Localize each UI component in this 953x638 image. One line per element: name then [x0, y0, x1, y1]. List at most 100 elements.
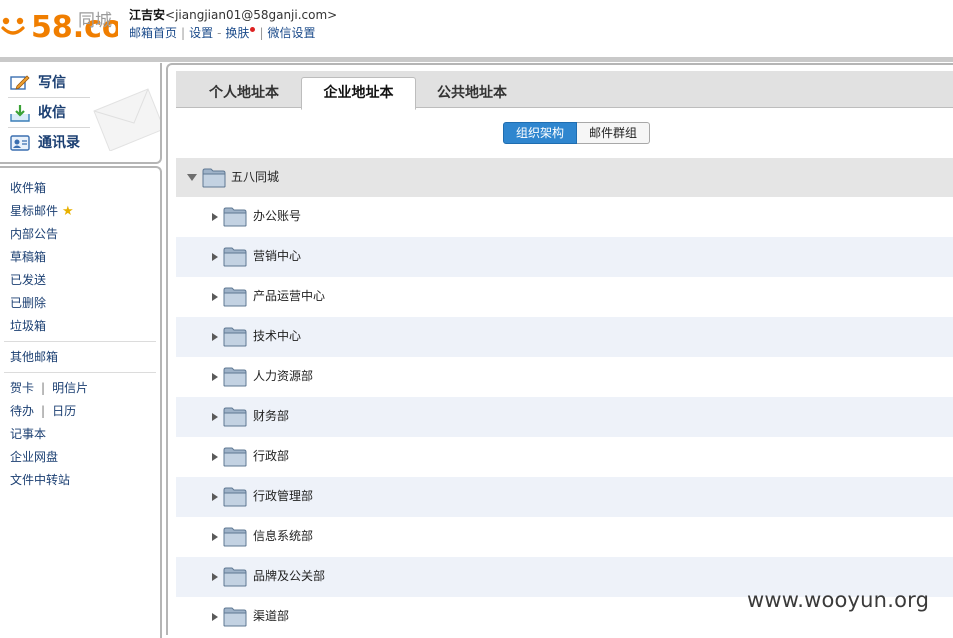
tools-row-todo: 待办 | 日历	[10, 403, 76, 419]
change-skin-link[interactable]: 换肤	[225, 26, 249, 40]
expand-arrow-icon[interactable]	[212, 493, 218, 501]
mail-groups-toggle[interactable]: 邮件群组	[577, 122, 650, 144]
wechat-settings-link[interactable]: 微信设置	[267, 26, 315, 40]
qa-divider	[8, 127, 90, 128]
tree-node-label: 办公账号	[253, 209, 302, 223]
todo-link[interactable]: 待办	[10, 404, 34, 418]
link-separator: |	[181, 26, 186, 40]
tree-child-node[interactable]: 办公账号	[176, 197, 953, 237]
receive-label: 收信	[38, 105, 66, 121]
folder-icon	[223, 486, 247, 507]
tree-child-node[interactable]: 行政管理部	[176, 477, 953, 517]
expand-arrow-icon[interactable]	[212, 253, 218, 261]
calendar-link[interactable]: 日历	[52, 404, 76, 418]
expand-arrow-icon[interactable]	[212, 373, 218, 381]
sidebar-divider	[4, 372, 156, 373]
expand-arrow-icon[interactable]	[212, 213, 218, 221]
address-book-tabs: 个人地址本 企业地址本 公共地址本	[176, 71, 953, 110]
tree-node-label: 信息系统部	[253, 529, 314, 543]
folder-sent[interactable]: 已发送	[10, 272, 46, 288]
folder-icon	[223, 566, 247, 587]
link-separator: |	[259, 26, 264, 40]
enterprise-drive-link[interactable]: 企业网盘	[10, 449, 58, 465]
user-info: 江吉安<jiangjian01@58ganji.com> 邮箱首页 | 设置 - 换肤 |…	[129, 6, 337, 42]
expand-arrow-icon[interactable]	[212, 453, 218, 461]
user-name: 江吉安	[129, 8, 166, 22]
user-email: <jiangjian01@58ganji.com>	[165, 8, 338, 22]
folder-announcements[interactable]: 内部公告	[10, 226, 58, 242]
tree-node-label: 产品运营中心	[253, 289, 326, 303]
greeting-card-link[interactable]: 贺卡	[10, 381, 34, 395]
watermark: www.wooyun.org	[747, 588, 930, 612]
expand-arrow-icon[interactable]	[212, 533, 218, 541]
contacts-label: 通讯录	[38, 135, 80, 151]
tree-child-node[interactable]: 技术中心	[176, 317, 953, 357]
tree-child-node[interactable]: 行政部	[176, 437, 953, 477]
expand-arrow-icon[interactable]	[212, 413, 218, 421]
folder-icon	[223, 606, 247, 627]
contacts-button[interactable]: 通讯录	[10, 130, 80, 156]
header-links: 邮箱首页 | 设置 - 换肤 | 微信设置	[129, 24, 337, 42]
folder-icon	[223, 326, 247, 347]
envelope-decoration-icon	[93, 88, 160, 151]
folder-deleted[interactable]: 已删除	[10, 295, 46, 311]
tree-root-node[interactable]: 五八同城	[176, 158, 953, 197]
expand-arrow-icon[interactable]	[212, 293, 218, 301]
folder-spam[interactable]: 垃圾箱	[10, 318, 46, 334]
folder-list: 收件箱 星标邮件 ★ 内部公告 草稿箱 已发送 已删除 垃圾箱 其他邮箱 贺卡 | 明…	[0, 166, 162, 638]
tool-separator: |	[41, 381, 46, 395]
receive-button[interactable]: 收信	[10, 100, 66, 126]
tree-child-node[interactable]: 产品运营中心	[176, 277, 953, 317]
logo-city-label: 同城	[78, 11, 112, 31]
folder-icon	[202, 167, 226, 188]
folder-icon	[223, 246, 247, 267]
expand-arrow-icon[interactable]	[212, 333, 218, 341]
tree-child-node[interactable]: 信息系统部	[176, 517, 953, 557]
header-divider	[0, 57, 953, 62]
tree-node-label: 人力资源部	[253, 369, 314, 383]
tree-child-node[interactable]: 人力资源部	[176, 357, 953, 397]
tools-row-cards: 贺卡 | 明信片	[10, 380, 88, 396]
tree-node-label: 营销中心	[253, 249, 302, 263]
expand-arrow-icon[interactable]	[212, 573, 218, 581]
notepad-link[interactable]: 记事本	[10, 426, 46, 442]
settings-link[interactable]: 设置	[189, 26, 213, 40]
mailbox-home-link[interactable]: 邮箱首页	[129, 26, 177, 40]
folder-starred[interactable]: 星标邮件 ★	[10, 203, 74, 220]
tab-enterprise-address-book[interactable]: 企业地址本	[301, 77, 416, 110]
tree-child-node[interactable]: 财务部	[176, 397, 953, 437]
collapse-arrow-icon[interactable]	[187, 174, 197, 181]
expand-arrow-icon[interactable]	[212, 613, 218, 621]
tree-node-label: 行政部	[253, 449, 290, 463]
folder-starred-label: 星标邮件	[10, 204, 59, 218]
link-separator: -	[217, 26, 222, 40]
postcard-link[interactable]: 明信片	[52, 381, 88, 395]
folder-icon	[223, 446, 247, 467]
compose-button[interactable]: 写信	[10, 70, 66, 96]
tree-child-node[interactable]: 营销中心	[176, 237, 953, 277]
new-badge-dot	[250, 27, 256, 32]
sidebar-divider	[4, 341, 156, 342]
folder-other-mailboxes[interactable]: 其他邮箱	[10, 349, 58, 365]
tree-node-label: 五八同城	[231, 170, 280, 184]
star-icon: ★	[62, 204, 74, 219]
contacts-icon	[10, 134, 30, 152]
tree-node-label: 技术中心	[253, 329, 302, 343]
compose-label: 写信	[38, 75, 66, 91]
qa-divider	[8, 97, 90, 98]
tab-public-address-book[interactable]: 公共地址本	[420, 79, 524, 107]
compose-icon	[10, 74, 30, 92]
tree-node-label: 财务部	[253, 409, 290, 423]
folder-icon	[223, 366, 247, 387]
folder-icon	[223, 406, 247, 427]
folder-inbox[interactable]: 收件箱	[10, 180, 46, 196]
quick-actions-panel: 写信 收信 通讯录	[0, 63, 162, 164]
folder-icon	[223, 206, 247, 227]
folder-icon	[223, 526, 247, 547]
tool-separator: |	[41, 404, 46, 418]
folder-drafts[interactable]: 草稿箱	[10, 249, 46, 265]
org-structure-toggle[interactable]: 组织架构	[503, 122, 577, 144]
tree-node-label: 渠道部	[253, 609, 290, 623]
tab-personal-address-book[interactable]: 个人地址本	[192, 79, 296, 107]
file-transfer-link[interactable]: 文件中转站	[10, 472, 70, 488]
